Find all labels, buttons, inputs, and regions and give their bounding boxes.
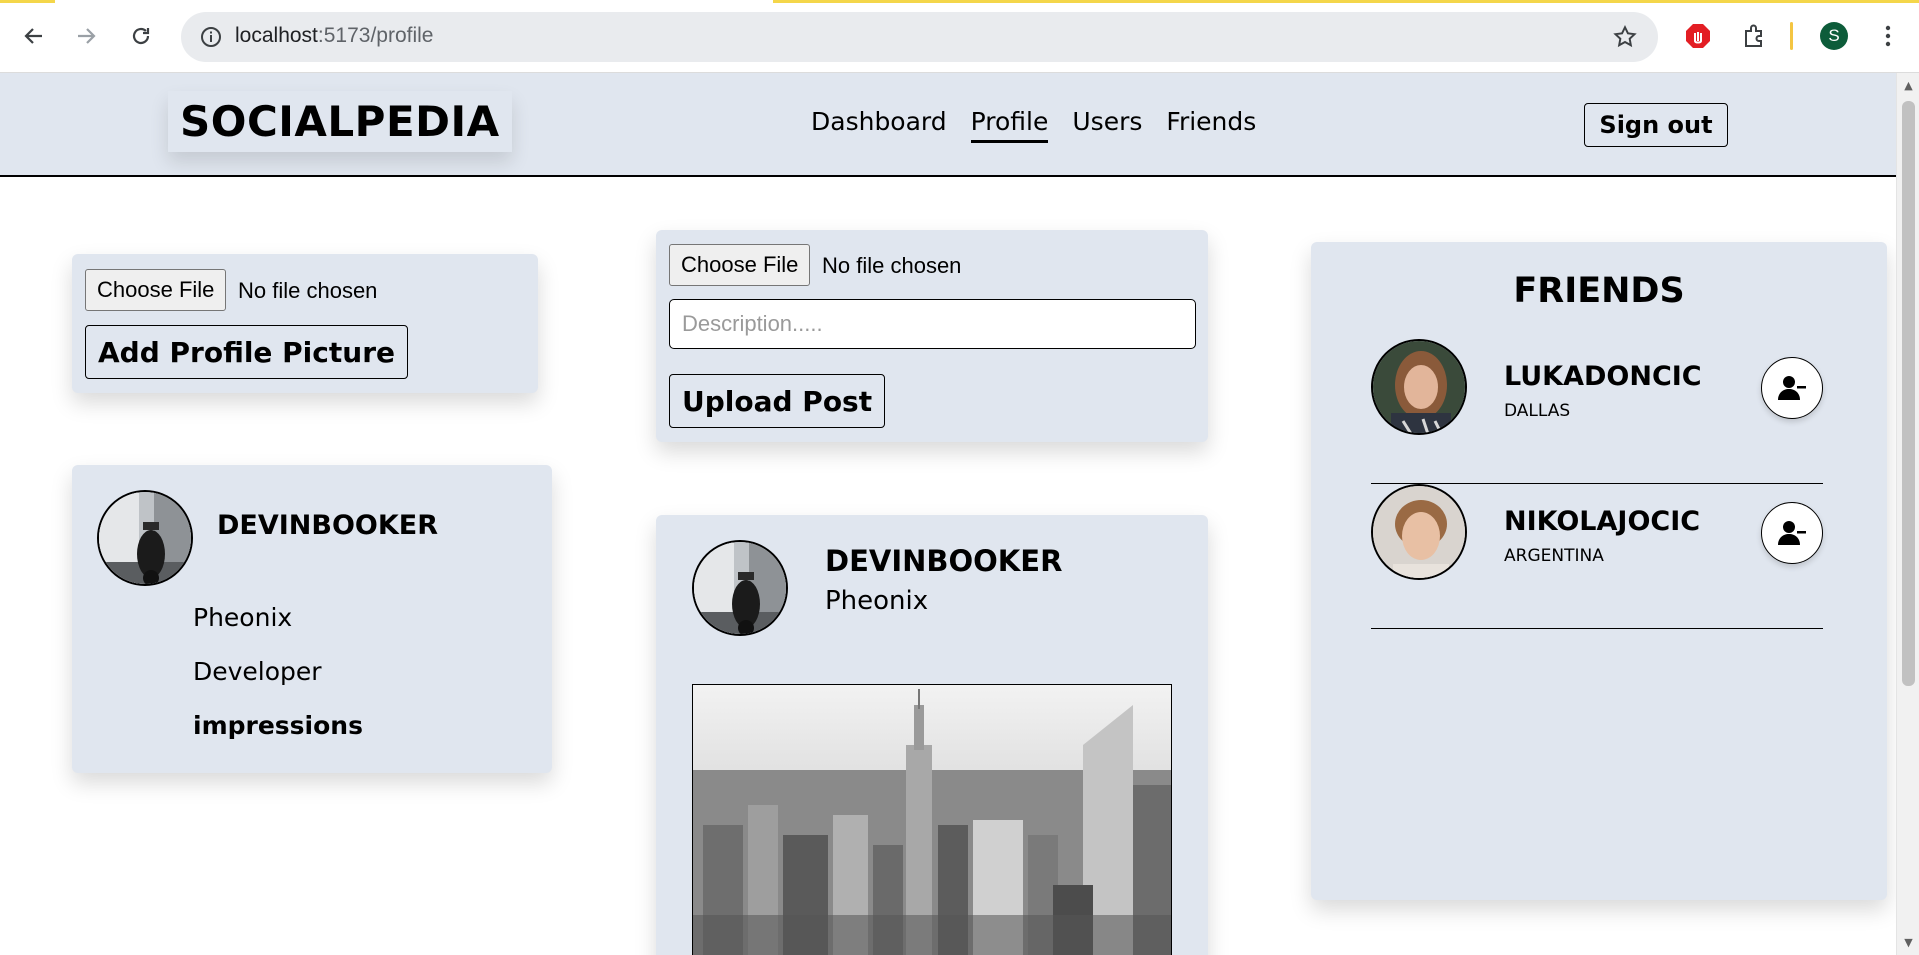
upload-post-card: Choose File No file chosen Upload Post bbox=[656, 230, 1208, 442]
profile-picture-card: Choose File No file chosen Add Profile P… bbox=[72, 254, 538, 393]
user-occupation: Developer bbox=[193, 657, 322, 686]
bookmark-star-icon[interactable] bbox=[1612, 24, 1638, 50]
user-location: Pheonix bbox=[193, 603, 293, 632]
page-scrollbar[interactable]: ▲ ▼ bbox=[1896, 73, 1919, 955]
arrow-right-icon bbox=[78, 28, 96, 44]
arrow-left-icon bbox=[24, 28, 42, 44]
friend-name[interactable]: NIKOLAJOCIC bbox=[1504, 506, 1700, 537]
file-status-text: No file chosen bbox=[238, 278, 378, 303]
app-logo[interactable]: SOCIALPEDIA bbox=[168, 91, 512, 152]
nav-profile[interactable]: Profile bbox=[970, 107, 1049, 143]
profile-initial: S bbox=[1828, 26, 1840, 45]
url-path: :5173/profile bbox=[317, 24, 434, 47]
main-nav: Dashboard Profile Users Friends bbox=[811, 107, 1256, 143]
friend-avatar[interactable] bbox=[1371, 484, 1467, 580]
url-host: localhost bbox=[235, 24, 318, 47]
profile-avatar-button[interactable]: S bbox=[1820, 22, 1848, 50]
add-profile-picture-button[interactable]: Add Profile Picture bbox=[85, 325, 408, 379]
remove-friend-button[interactable] bbox=[1761, 502, 1823, 564]
man-portrait-photo bbox=[1373, 486, 1465, 578]
friends-title: FRIENDS bbox=[1513, 271, 1685, 311]
toolbar-separator bbox=[1790, 22, 1793, 50]
info-icon[interactable] bbox=[199, 25, 223, 49]
url-text: localhost:5173/profile bbox=[235, 24, 433, 48]
page-viewport: SOCIALPEDIA Dashboard Profile Users Frie… bbox=[0, 73, 1919, 955]
motorcycle-photo bbox=[99, 492, 191, 584]
app-header: SOCIALPEDIA Dashboard Profile Users Frie… bbox=[0, 73, 1896, 177]
upload-post-button[interactable]: Upload Post bbox=[669, 374, 886, 428]
adblock-extension-icon[interactable] bbox=[1684, 22, 1712, 50]
user-avatar bbox=[97, 490, 193, 586]
forward-button[interactable] bbox=[69, 19, 103, 53]
post-author-location: Pheonix bbox=[825, 586, 929, 616]
tab-strip-accent bbox=[0, 0, 1919, 3]
browser-toolbar: localhost:5173/profile S bbox=[0, 0, 1919, 73]
post-choose-file-button[interactable]: Choose File bbox=[669, 244, 811, 286]
remove-person-icon bbox=[1778, 521, 1806, 545]
remove-person-icon bbox=[1778, 376, 1806, 400]
sign-out-button[interactable]: Sign out bbox=[1584, 103, 1728, 147]
reload-icon bbox=[132, 27, 150, 45]
friend-row: LUKADONCIC DALLAS bbox=[1371, 339, 1823, 484]
description-input[interactable] bbox=[669, 299, 1196, 349]
friend-location: ARGENTINA bbox=[1504, 546, 1604, 566]
choose-file-button[interactable]: Choose File bbox=[85, 269, 227, 311]
post-image bbox=[692, 684, 1172, 955]
friend-name[interactable]: LUKADONCIC bbox=[1504, 361, 1702, 392]
remove-friend-button[interactable] bbox=[1761, 357, 1823, 419]
user-name: DEVINBOOKER bbox=[217, 510, 439, 541]
friend-row: NIKOLAJOCIC ARGENTINA bbox=[1371, 484, 1823, 629]
motorcycle-photo bbox=[694, 542, 786, 634]
post-author-avatar bbox=[692, 540, 788, 636]
address-bar[interactable]: localhost:5173/profile bbox=[181, 12, 1658, 62]
more-menu-icon[interactable] bbox=[1876, 22, 1900, 50]
friend-location: DALLAS bbox=[1504, 401, 1571, 421]
user-impressions: impressions bbox=[193, 711, 363, 740]
city-skyline-photo bbox=[693, 685, 1171, 955]
post-card: DEVINBOOKER Pheonix bbox=[656, 515, 1208, 955]
post-author-name: DEVINBOOKER bbox=[825, 544, 1063, 578]
nav-dashboard[interactable]: Dashboard bbox=[811, 107, 947, 143]
scrollbar-thumb[interactable] bbox=[1902, 101, 1915, 686]
friend-avatar[interactable] bbox=[1371, 339, 1467, 435]
nav-users[interactable]: Users bbox=[1072, 107, 1142, 143]
post-file-status-text: No file chosen bbox=[822, 253, 962, 278]
back-button[interactable] bbox=[17, 19, 51, 53]
friends-panel: FRIENDS LUKADONCIC DALLAS NIKOLAJOCIC AR… bbox=[1311, 242, 1887, 900]
extensions-puzzle-icon[interactable] bbox=[1740, 22, 1768, 50]
reload-button[interactable] bbox=[124, 19, 158, 53]
nav-friends[interactable]: Friends bbox=[1166, 107, 1256, 143]
user-info-card: DEVINBOOKER Pheonix Developer impression… bbox=[72, 465, 552, 773]
scroll-up-arrow[interactable]: ▲ bbox=[1902, 79, 1915, 92]
woman-portrait-photo bbox=[1373, 341, 1465, 433]
scroll-down-arrow[interactable]: ▼ bbox=[1902, 936, 1915, 949]
